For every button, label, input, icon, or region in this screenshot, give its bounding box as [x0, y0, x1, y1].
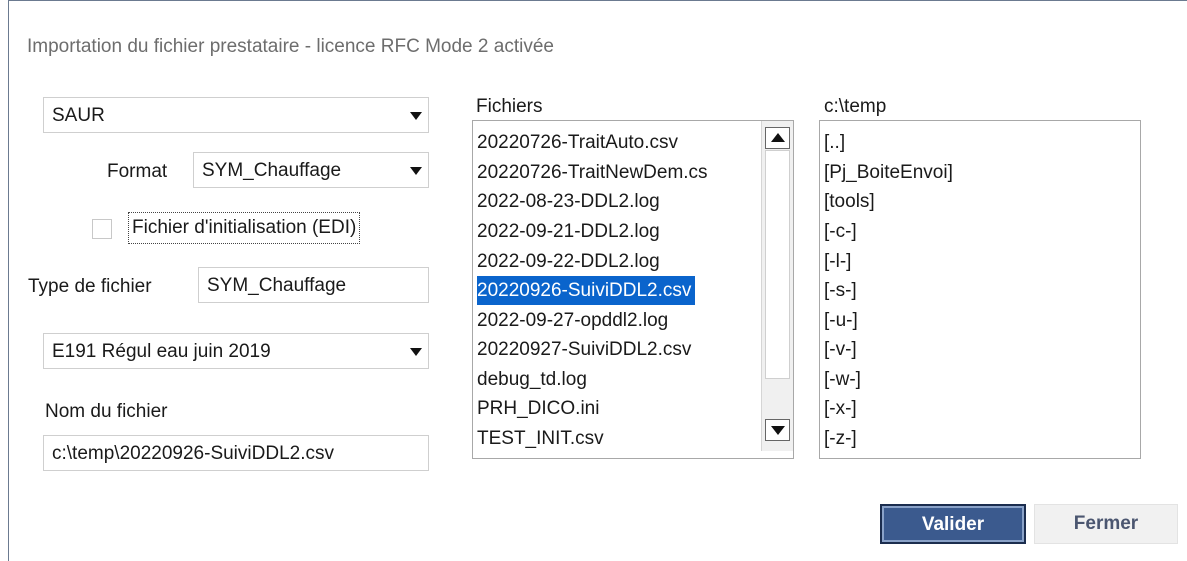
period-dropdown-value: E191 Régul eau juin 2019: [52, 341, 271, 362]
list-item[interactable]: debug_td.log: [477, 365, 587, 394]
filename-label: Nom du fichier: [45, 401, 168, 422]
list-item[interactable]: 20220927-SuiviDDL2.csv: [477, 335, 691, 364]
file-type-label: Type de fichier: [28, 276, 152, 297]
files-scrollbar[interactable]: [761, 121, 793, 451]
arrow-down-icon: [771, 426, 785, 435]
list-item[interactable]: [-u-]: [824, 306, 858, 335]
provider-dropdown-value: SAUR: [52, 105, 105, 126]
list-item[interactable]: [-s-]: [824, 276, 857, 305]
filename-value: c:\temp\20220926-SuiviDDL2.csv: [52, 443, 334, 464]
list-item[interactable]: 20220726-TraitNewDem.cs: [477, 158, 708, 187]
dialog-left-border: [8, 0, 9, 561]
files-listbox[interactable]: 20220726-TraitAuto.csv 20220726-TraitNew…: [472, 120, 794, 459]
validate-button[interactable]: Valider: [880, 504, 1026, 544]
list-item[interactable]: 2022-08-23-DDL2.log: [477, 187, 660, 216]
chevron-down-icon[interactable]: [410, 112, 422, 120]
provider-dropdown[interactable]: SAUR: [43, 97, 429, 133]
list-item[interactable]: [Pj_BoiteEnvoi]: [824, 158, 953, 187]
list-item[interactable]: [-c-]: [824, 217, 857, 246]
list-item-selected[interactable]: 20220926-SuiviDDL2.csv: [477, 276, 696, 305]
list-item[interactable]: [-w-]: [824, 365, 861, 394]
import-dialog: Importation du fichier prestataire - lic…: [0, 0, 1187, 561]
scrollbar-thumb[interactable]: [765, 150, 790, 379]
list-item[interactable]: [-z-]: [824, 424, 857, 453]
list-item[interactable]: 20220726-TraitAuto.csv: [477, 128, 678, 157]
init-file-checkbox[interactable]: [92, 219, 112, 239]
period-dropdown[interactable]: E191 Régul eau juin 2019: [43, 333, 429, 369]
list-item[interactable]: [..]: [824, 128, 845, 157]
files-label: Fichiers: [476, 96, 543, 117]
arrow-up-icon: [771, 133, 785, 142]
close-button[interactable]: Fermer: [1034, 504, 1178, 544]
init-file-checkbox-label[interactable]: Fichier d'initialisation (EDI): [128, 212, 361, 244]
list-item[interactable]: PRH_DICO.ini: [477, 394, 599, 423]
dialog-title: Importation du fichier prestataire - lic…: [27, 36, 554, 57]
format-label: Format: [107, 161, 168, 182]
scroll-up-button[interactable]: [765, 127, 790, 149]
directories-listbox[interactable]: [..] [Pj_BoiteEnvoi] [tools] [-c-] [-l-]…: [819, 120, 1141, 459]
list-item[interactable]: TEST_INIT.csv: [477, 424, 604, 453]
list-item[interactable]: [-v-]: [824, 335, 857, 364]
chevron-down-icon[interactable]: [410, 348, 422, 356]
file-type-value: SYM_Chauffage: [207, 275, 347, 296]
format-dropdown[interactable]: SYM_Chauffage: [193, 152, 429, 188]
chevron-down-icon[interactable]: [410, 167, 422, 175]
directory-path-label: c:\temp: [824, 96, 887, 117]
list-item[interactable]: 2022-09-22-DDL2.log: [477, 247, 660, 276]
format-dropdown-value: SYM_Chauffage: [202, 160, 342, 181]
list-item[interactable]: [-l-]: [824, 247, 851, 276]
list-item[interactable]: 2022-09-21-DDL2.log: [477, 217, 660, 246]
list-item[interactable]: 2022-09-27-opddl2.log: [477, 306, 668, 335]
file-type-field[interactable]: SYM_Chauffage: [198, 267, 429, 303]
filename-field[interactable]: c:\temp\20220926-SuiviDDL2.csv: [43, 435, 429, 471]
dialog-top-border: [8, 0, 1187, 1]
scroll-down-button[interactable]: [765, 419, 790, 441]
list-item[interactable]: [-x-]: [824, 394, 857, 423]
list-item[interactable]: [tools]: [824, 187, 875, 216]
